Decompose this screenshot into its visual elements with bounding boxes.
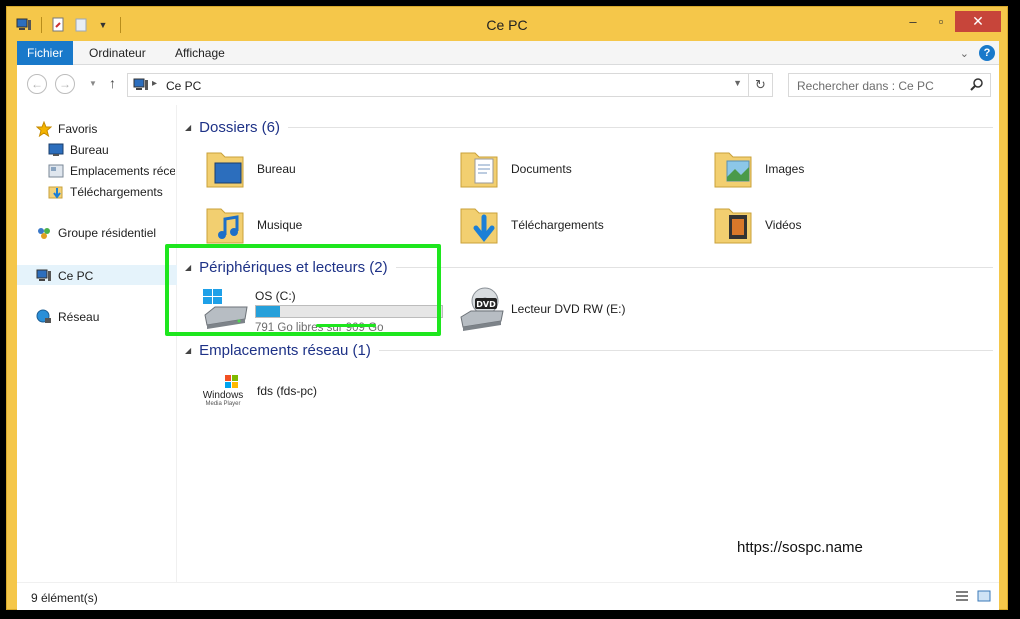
pc-icon [133,78,149,95]
tab-fichier[interactable]: Fichier [17,41,73,65]
folder-videos[interactable]: Vidéos [711,197,951,253]
ribbon-tabs: Fichier Ordinateur Affichage ⌄ ? [17,41,999,65]
status-bar: 9 élément(s) [17,582,999,610]
nav-label: Téléchargements [70,185,163,199]
group-header-dossiers[interactable]: ◢ Dossiers (6) [185,117,993,137]
large-icons-view-icon[interactable] [977,590,991,605]
group-divider [395,266,993,268]
tab-ordinateur[interactable]: Ordinateur [79,41,156,65]
documents-folder-icon [457,145,505,193]
content-pane: ◢ Dossiers (6) Bureau Documents Images M… [177,105,999,582]
help-icon[interactable]: ? [979,45,995,61]
up-button[interactable]: ↑ [109,75,116,91]
nav-item-favoris[interactable]: Favoris [35,119,193,139]
desktop-icon [47,142,65,158]
main-area: Favoris Bureau Emplacements récents Télé… [17,105,999,582]
group-title: Dossiers (6) [199,118,281,136]
drive-label: Lecteur DVD RW (E:) [511,302,626,316]
network-icon [35,309,53,325]
folder-label: Musique [257,218,303,232]
drive-dvd[interactable]: DVD Lecteur DVD RW (E:) [457,281,697,337]
item-count: 9 élément(s) [31,591,98,605]
nav-label: Bureau [70,143,109,157]
homegroup-icon [35,225,53,241]
details-view-icon[interactable] [955,590,969,605]
expand-ribbon-icon[interactable]: ⌄ [960,47,969,60]
recent-locations-icon[interactable]: ▼ [89,79,97,88]
pc-icon [35,268,53,284]
videos-folder-icon [711,201,759,249]
search-icon[interactable] [970,78,984,95]
ribbon-right: ⌄ ? [960,45,995,61]
address-dropdown-icon[interactable]: ▼ [733,78,742,88]
collapse-icon[interactable]: ◢ [185,346,191,355]
window-controls: ‒ ▫ ✕ [899,11,1001,32]
folder-label: Documents [511,162,572,176]
logo-mediaplayer-text: Media Player [205,401,240,407]
folder-bureau[interactable]: Bureau [203,141,443,197]
recent-places-icon [47,163,65,179]
search-box[interactable]: Rechercher dans : Ce PC [788,73,991,97]
maximize-button[interactable]: ▫ [927,11,955,32]
address-bar[interactable]: ▸ Ce PC ▼ ↻ [127,73,773,97]
nav-label: Groupe résidentiel [58,226,157,240]
nav-label: Réseau [58,310,100,324]
title-bar: ▼ Ce PC ‒ ▫ ✕ [7,7,1007,41]
explorer-window: ▼ Ce PC ‒ ▫ ✕ Fichier Ordinateur Afficha… [6,6,1008,610]
group-divider [378,349,993,351]
desktop-folder-icon [203,145,251,193]
group-header-reseau[interactable]: ◢ Emplacements réseau (1) [185,340,993,360]
downloads-folder-icon [47,184,65,200]
minimize-button[interactable]: ‒ [899,11,927,32]
window-title: Ce PC [486,17,528,33]
forward-button[interactable]: → [55,74,75,94]
close-button[interactable]: ✕ [955,11,1001,32]
network-label: fds (fds-pc) [257,384,318,398]
folder-label: Téléchargements [511,218,604,232]
group-divider [288,126,993,128]
media-player-icon: Windows Media Player [203,367,251,415]
refresh-button[interactable]: ↻ [748,74,772,96]
nav-item-groupe-residentiel[interactable]: Groupe résidentiel [35,223,193,243]
highlight-underline [316,324,376,327]
folder-label: Bureau [257,162,296,176]
images-folder-icon [711,145,759,193]
logo-windows-text: Windows [203,390,243,401]
folder-label: Vidéos [765,218,802,232]
navigation-bar: ← → ▼ ↑ ▸ Ce PC ▼ ↻ Rechercher dans : Ce… [17,65,999,105]
nav-item-ce-pc[interactable]: Ce PC [17,265,177,285]
tab-affichage[interactable]: Affichage [165,41,235,65]
search-input[interactable]: Rechercher dans : Ce PC [797,79,934,93]
folder-documents[interactable]: Documents [457,141,697,197]
nav-item-emplacements-recents[interactable]: Emplacements récents [47,161,175,181]
collapse-icon[interactable]: ◢ [185,123,191,132]
navigation-pane: Favoris Bureau Emplacements récents Télé… [17,105,177,582]
music-folder-icon [203,201,251,249]
folder-label: Images [765,162,805,176]
breadcrumb[interactable]: Ce PC [166,79,201,93]
network-item-fds[interactable]: Windows Media Player fds (fds-pc) [203,363,443,419]
star-icon [35,121,53,137]
folder-images[interactable]: Images [711,141,951,197]
highlight-box [165,244,441,336]
nav-label: Favoris [58,122,98,136]
nav-label: Ce PC [58,268,94,283]
dvd-badge-text: DVD [476,300,496,309]
nav-label: Emplacements récents [70,164,175,178]
downloads-folder-icon [457,201,505,249]
folder-telechargements[interactable]: Téléchargements [457,197,697,253]
dvd-drive-icon: DVD [457,285,505,333]
back-button[interactable]: ← [27,74,47,94]
view-switcher [955,590,991,605]
group-title: Emplacements réseau (1) [199,341,371,359]
breadcrumb-separator-icon[interactable]: ▸ [152,78,157,89]
watermark: https://sospc.name [737,539,863,556]
